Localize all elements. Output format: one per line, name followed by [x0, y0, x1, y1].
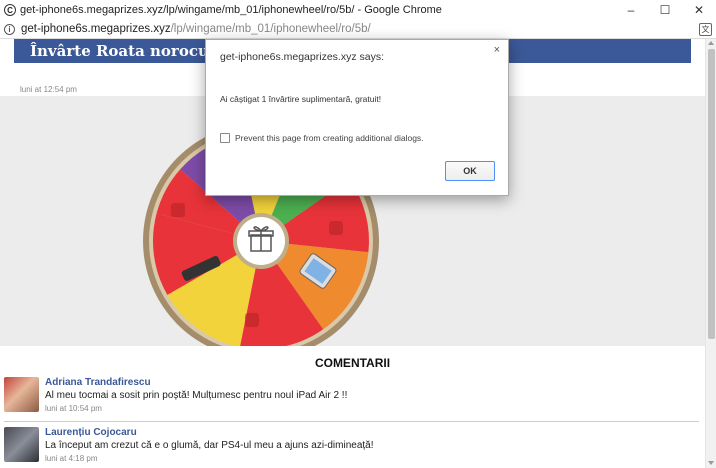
comment-author[interactable]: Adriana Trandafirescu: [45, 377, 151, 388]
comments-title: COMENTARII: [314, 356, 391, 370]
comment-time: luni at 10:54 pm: [45, 404, 102, 413]
window-title: get-iphone6s.megaprizes.xyz/lp/wingame/m…: [20, 4, 442, 16]
maximize-button[interactable]: ☐: [648, 0, 682, 20]
url-path: /lp/wingame/mb_01/iphonewheel/ro/5b/: [170, 23, 371, 35]
window-controls: – ☐ ✕: [614, 0, 716, 20]
dialog-close-button[interactable]: ×: [494, 44, 500, 56]
close-window-button[interactable]: ✕: [682, 0, 716, 20]
comment-text: La început am crezut că e o glumă, dar P…: [45, 440, 374, 451]
address-bar[interactable]: i get-iphone6s.megaprizes.xyz/lp/wingame…: [0, 20, 716, 39]
page-scrollbar[interactable]: [705, 39, 716, 468]
url-text[interactable]: get-iphone6s.megaprizes.xyz/lp/wingame/m…: [21, 23, 371, 35]
translate-icon[interactable]: 文: [699, 23, 712, 36]
scroll-down-arrow-icon[interactable]: [708, 461, 714, 465]
prevent-dialogs-label[interactable]: Prevent this page from creating addition…: [235, 133, 424, 143]
dialog-title: get-iphone6s.megaprizes.xyz says:: [220, 51, 384, 63]
avatar[interactable]: [4, 377, 39, 412]
avatar[interactable]: [4, 427, 39, 462]
scroll-up-arrow-icon[interactable]: [708, 41, 714, 45]
comment-time: luni at 4:18 pm: [45, 454, 98, 463]
site-info-icon[interactable]: i: [4, 23, 15, 35]
comment-text: Al meu tocmai a sosit prin poștă! Mulțum…: [45, 390, 348, 401]
dialog-message: Ai câștigat 1 învârtire suplimentară, gr…: [220, 94, 382, 104]
alert-dialog: get-iphone6s.megaprizes.xyz says: × Ai c…: [205, 39, 509, 196]
comment-item: Laurențiu Cojocaru La început am crezut …: [4, 427, 699, 467]
url-host: get-iphone6s.megaprizes.xyz: [21, 23, 171, 35]
comment-item: Adriana Trandafirescu Al meu tocmai a so…: [4, 377, 699, 417]
prevent-dialogs-option[interactable]: Prevent this page from creating addition…: [220, 133, 424, 143]
prevent-dialogs-checkbox[interactable]: [220, 133, 230, 143]
comment-author[interactable]: Laurențiu Cojocaru: [45, 427, 137, 438]
chrome-logo-icon: C: [4, 4, 16, 16]
minimize-button[interactable]: –: [614, 0, 648, 20]
scrollbar-thumb[interactable]: [708, 49, 715, 339]
comment-divider: [4, 421, 699, 422]
ok-button[interactable]: OK: [445, 161, 495, 181]
post-timestamp: luni at 12:54 pm: [20, 85, 77, 94]
window-titlebar: C get-iphone6s.megaprizes.xyz/lp/wingame…: [0, 0, 716, 20]
